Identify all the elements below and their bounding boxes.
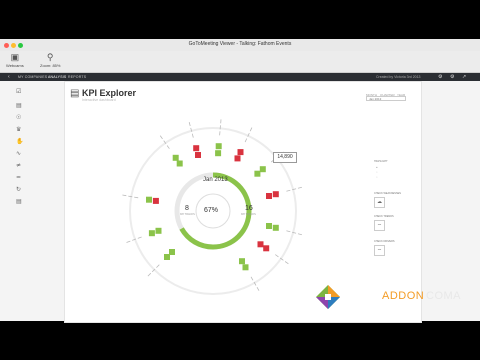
kpi-segment-cell[interactable] [215,143,222,150]
kpi-label-stub [244,138,248,143]
kpi-segment-cell[interactable] [254,170,261,177]
kpi-segment-cell[interactable] [172,154,179,161]
kpi-segment-cell[interactable] [259,166,266,173]
link-icon: ∽ [377,247,382,253]
check-trends-label: CHECK TRENDS [374,215,394,218]
kpi-segment-cell[interactable] [263,245,270,252]
kpi-label-stub [159,135,163,140]
highlight-option[interactable]: ● [376,166,378,169]
kpi-segment-cell[interactable] [193,145,200,152]
kpi-label-stub [297,233,302,236]
kpi-segment-cell[interactable] [234,155,241,162]
kpi-label-stub [286,230,291,233]
kpi-segment-cell[interactable] [237,149,244,156]
kpi-label-stub [256,287,260,291]
kpi-label-stub [284,261,289,265]
kpi-label-stub [286,189,291,192]
kpi-segment-cell[interactable] [148,230,155,237]
kpi-segment-cell[interactable] [272,191,279,198]
kpi-segment-cell[interactable] [164,254,170,260]
left-count-label: KPI TRACKS [180,213,195,216]
value-tooltip: 14,890 [273,152,297,163]
period-label: Jan 2013 [203,177,228,183]
trend-icon: ∽ [377,222,382,228]
left-count: 8 [185,205,189,212]
right-count: 16 [245,205,253,212]
check-weaknesses-label: CHECK WEAKNESSES [374,192,401,195]
highlight-label: HIGHLIGHT [374,160,388,163]
kpi-label-stub [188,122,191,127]
kpi-label-stub [275,254,279,258]
brand-part2: COMA [426,290,461,302]
kpi-label-stub [134,196,139,199]
kpi-segment-cell[interactable] [155,227,162,234]
kpi-segment-cell[interactable] [266,193,272,199]
kpi-label-stub [122,194,127,197]
kpi-segment-cell[interactable] [242,264,249,271]
right-count-label: KPI TRACKS [241,213,256,216]
kpi-label-stub [191,133,194,138]
kpi-wheel [122,119,302,295]
kpi-segment-cell[interactable] [257,241,264,248]
kpi-segment-cell[interactable] [146,196,152,203]
kpi-label-stub [166,145,170,149]
kpi-label-stub [250,276,254,281]
highlight-option[interactable]: ○ [376,176,378,179]
cloud-icon: ☁ [377,199,382,205]
kpi-label-stub [249,127,253,132]
kpi-segment-cell[interactable] [152,197,159,204]
kpi-label-stub [137,236,142,239]
kpi-label-stub [147,272,152,277]
check-drivers-label: CHECK DRIVERS [374,240,395,243]
kpi-segment-cell[interactable] [176,160,183,167]
kpi-label-stub [126,240,131,243]
kpi-label-stub [156,264,160,268]
cloud-button[interactable]: ☁ [374,197,385,208]
kpi-segment-cell[interactable] [239,258,245,265]
kpi-segment-cell[interactable] [215,150,222,157]
trends-button[interactable]: ∽ [374,220,385,231]
kpi-label-stub [297,186,302,189]
brand-part1: ADDON [382,290,425,302]
kpi-segment-cell[interactable] [266,223,272,229]
highlight-option[interactable]: ○ [376,171,378,174]
drivers-button[interactable]: ∽ [374,245,385,256]
center-percent: 67% [204,207,219,214]
kpi-segment-cell[interactable] [272,224,279,231]
kpi-segment-cell[interactable] [195,152,201,158]
addon-logo [316,285,340,309]
